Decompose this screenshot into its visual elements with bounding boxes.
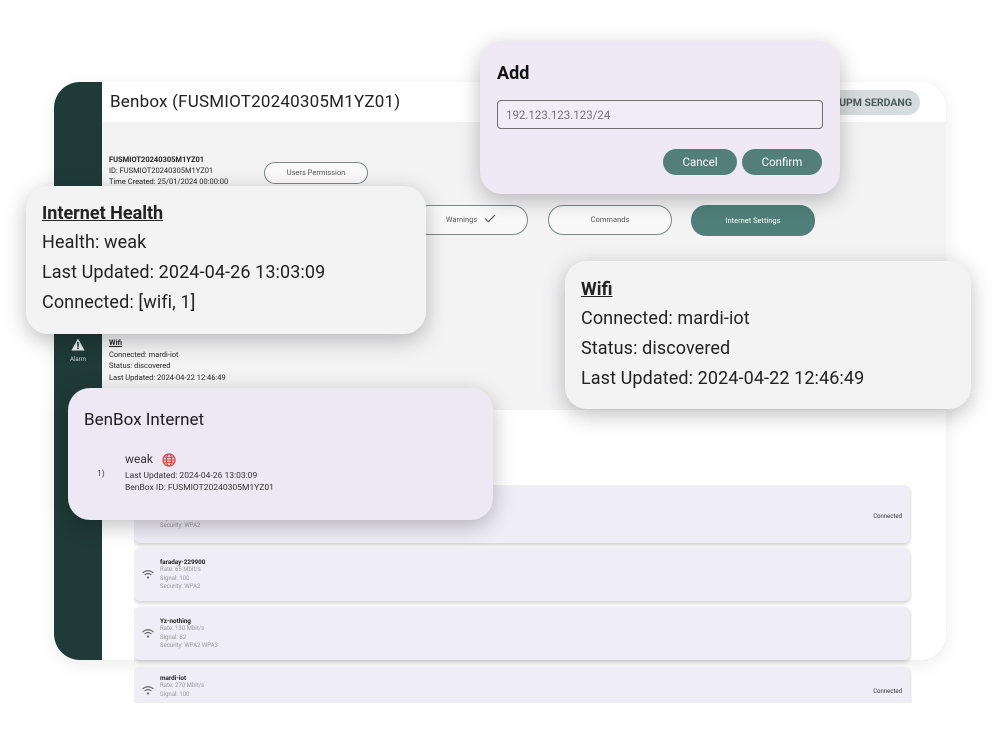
network-status: Connected — [873, 688, 902, 695]
device-id: ID: FUSMIOT20240305M1YZ01 — [109, 166, 214, 175]
network-name: mardi-iot — [160, 674, 187, 682]
wifi-icon — [142, 629, 154, 638]
internet-health-card: Internet Health Health: weak Last Update… — [26, 186, 426, 334]
sidebar-item-alarm[interactable]: Alarm — [60, 338, 96, 363]
network-details: faraday-229900 Rate: 65 Mbit/s Signal: 1… — [160, 558, 205, 591]
device-info: FUSMIOT20240305M1YZ01 ID: FUSMIOT2024030… — [109, 154, 228, 187]
list-item[interactable]: Yz-nothing Rate: 130 Mbit/s Signal: 82 S… — [134, 607, 910, 660]
benbox-internet-id: BenBox ID: FUSMIOT20240305M1YZ01 — [125, 483, 274, 493]
network-rate: Rate: 270 Mbit/s — [160, 682, 205, 690]
wifi-card-status: Status: discovered — [581, 338, 731, 359]
benbox-internet-updated: Last Updated: 2024-04-26 13:03:09 — [125, 471, 258, 481]
wifi-summary-connected: Connected: mardi-iot — [109, 349, 179, 359]
network-signal: Signal: 82 — [160, 633, 187, 641]
list-index: 1) — [97, 469, 105, 479]
wifi-card-updated: Last Updated: 2024-04-22 12:46:49 — [581, 368, 865, 389]
page-title: Benbox (FUSMIOT20240305M1YZ01) — [110, 92, 401, 112]
device-name: FUSMIOT20240305M1YZ01 — [109, 155, 205, 164]
check-icon — [484, 214, 496, 223]
commands-button[interactable]: Commands — [548, 205, 672, 235]
list-item[interactable]: faraday-229900 Rate: 65 Mbit/s Signal: 1… — [134, 548, 910, 601]
wifi-card-connected: Connected: mardi-iot — [581, 308, 750, 329]
users-permission-button[interactable]: Users Permission — [264, 162, 368, 184]
internet-settings-button[interactable]: Internet Settings — [691, 205, 815, 236]
wifi-summary-updated: Last Updated: 2024-04-22 12:46:49 — [109, 372, 226, 382]
network-signal: Signal: 100 — [160, 574, 190, 582]
network-details: Yz-nothing Rate: 130 Mbit/s Signal: 82 S… — [160, 617, 218, 650]
list-item[interactable]: mardi-iot Rate: 270 Mbit/s Signal: 100 C… — [134, 667, 910, 703]
location-badge-label: UPM SERDANG — [839, 96, 912, 109]
network-details: mardi-iot Rate: 270 Mbit/s Signal: 100 — [160, 674, 204, 699]
sidebar-item-label: Alarm — [70, 356, 86, 363]
internet-health-connected: Connected: [wifi, 1] — [42, 292, 196, 313]
warning-icon — [71, 338, 85, 351]
internet-health-status: Health: weak — [42, 232, 147, 253]
network-name: faraday-229900 — [160, 558, 206, 566]
benbox-internet-status: weak — [125, 452, 153, 466]
benbox-internet-card: BenBox Internet 1) weak Last Updated: 20… — [68, 388, 493, 520]
benbox-internet-title: BenBox Internet — [84, 410, 205, 430]
wifi-card: Wifi Connected: mardi-iot Status: discov… — [565, 261, 971, 409]
network-security: Security: WPA2 — [160, 582, 201, 590]
ip-address-input[interactable] — [497, 100, 823, 129]
network-rate: Rate: 65 Mbit/s — [160, 566, 201, 574]
wifi-card-title: Wifi — [581, 279, 613, 300]
wifi-summary-status: Status: discovered — [109, 361, 171, 370]
network-rate: Rate: 130 Mbit/s — [160, 625, 205, 633]
network-security: Security: WPA2 WPA3 — [160, 641, 218, 649]
confirm-button[interactable]: Confirm — [742, 149, 822, 175]
globe-icon — [162, 453, 176, 467]
warnings-button[interactable]: Warnings — [414, 205, 528, 235]
wifi-summary: Wifi Connected: mardi-iot Status: discov… — [109, 337, 226, 383]
wifi-icon — [142, 570, 154, 579]
network-name: Yz-nothing — [160, 617, 192, 625]
add-dialog: Add Cancel Confirm — [480, 41, 840, 194]
internet-health-updated: Last Updated: 2024-04-26 13:03:09 — [42, 262, 326, 283]
wifi-icon — [142, 686, 154, 695]
network-signal: Signal: 100 — [160, 690, 190, 698]
cancel-button[interactable]: Cancel — [663, 149, 737, 175]
internet-health-title: Internet Health — [42, 203, 164, 224]
wifi-summary-title: Wifi — [109, 338, 123, 347]
dialog-title: Add — [497, 63, 530, 84]
network-security: Security: WPA2 — [160, 522, 201, 530]
sidebar: Alarm — [54, 82, 102, 660]
warnings-label: Warnings — [445, 215, 478, 224]
network-status: Connected — [873, 513, 902, 520]
